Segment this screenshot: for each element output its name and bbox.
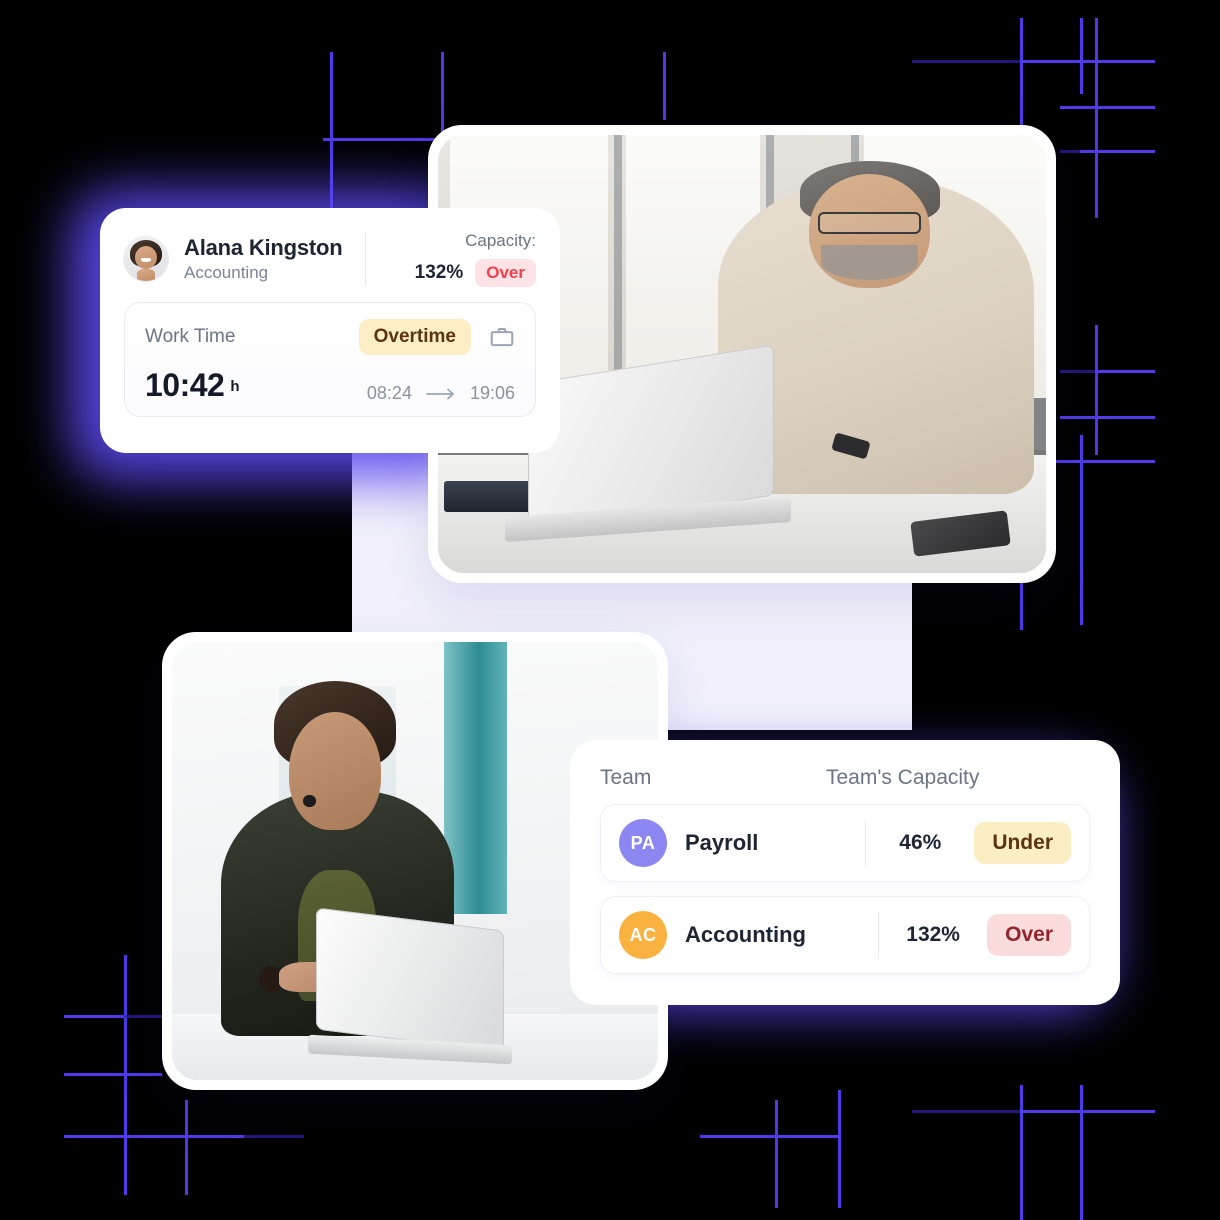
work-time-hours: 10:42 [145, 367, 225, 403]
work-time-unit: h [230, 378, 240, 395]
team-name: Accounting [685, 922, 806, 947]
arrow-right-icon [426, 388, 456, 400]
work-time-end: 19:06 [469, 383, 515, 403]
capacity-percent: 132% [414, 262, 464, 283]
grid-line-v [1080, 18, 1083, 94]
grid-line-h [1095, 370, 1155, 373]
team-status-badge: Under [974, 822, 1071, 864]
employee-capacity-card: Alana Kingston Accounting Capacity: 132%… [100, 208, 560, 453]
grid-line-h [1060, 106, 1155, 109]
grid-line-h [1060, 416, 1155, 419]
overtime-badge: Overtime [358, 319, 471, 355]
work-time-range: 08:24 19:06 [240, 383, 515, 404]
grid-line-v [663, 52, 666, 120]
team-avatar: PA [619, 819, 667, 867]
team-table-header: Team Team's Capacity [600, 766, 1090, 790]
employee-header: Alana Kingston Accounting Capacity: 132%… [124, 228, 536, 290]
capacity-label: Capacity: [465, 231, 536, 250]
team-capacity-percent: 132% [906, 923, 960, 946]
grid-line-v [838, 1090, 841, 1208]
team-avatar: AC [619, 911, 667, 959]
grid-line-h [700, 1135, 838, 1138]
team-capacity-card: Team Team's Capacity PA Payroll 46% Unde… [570, 740, 1120, 1005]
grid-line-h [912, 1110, 1020, 1113]
briefcase-icon [489, 324, 515, 350]
column-header-capacity: Team's Capacity [825, 766, 980, 789]
column-header-team: Team [600, 766, 652, 789]
employee-department: Accounting [184, 263, 269, 283]
employee-name: Alana Kingston [184, 234, 343, 260]
grid-line-h [1020, 1110, 1155, 1113]
work-time-panel: Work Time Overtime 10:42 h 08:24 19:06 [124, 302, 536, 417]
composition-stage: Alana Kingston Accounting Capacity: 132%… [0, 0, 1220, 1220]
grid-line-v [1080, 1085, 1083, 1220]
grid-line-v [1095, 18, 1098, 218]
table-row[interactable]: PA Payroll 46% Under [600, 804, 1090, 882]
work-time-label: Work Time [145, 326, 236, 347]
grid-line-h [124, 1015, 164, 1018]
grid-line-v [775, 1100, 778, 1208]
employee-capacity: Capacity: 132% Over [388, 231, 536, 287]
employee-identity: Alana Kingston Accounting [184, 235, 343, 283]
grid-line-v [185, 1100, 188, 1195]
grid-line-v [1020, 1085, 1023, 1220]
grid-line-v [1095, 325, 1098, 455]
team-capacity-percent: 46% [899, 831, 942, 854]
table-row[interactable]: AC Accounting 132% Over [600, 896, 1090, 974]
grid-line-h [1060, 370, 1100, 373]
team-name: Payroll [685, 830, 759, 855]
grid-line-h [912, 60, 1020, 63]
avatar [124, 237, 168, 281]
work-time-start: 08:24 [366, 383, 412, 403]
grid-line-h [1080, 150, 1155, 153]
grid-line-h [1020, 60, 1155, 63]
vertical-divider [364, 232, 366, 286]
grid-line-h [64, 1135, 244, 1138]
grid-line-h [244, 1135, 304, 1138]
team-status-badge: Over [987, 914, 1071, 956]
grid-line-v [1080, 435, 1083, 625]
grid-line-h [64, 1015, 124, 1018]
grid-line-h [64, 1073, 162, 1076]
capacity-status-badge: Over [475, 259, 536, 287]
